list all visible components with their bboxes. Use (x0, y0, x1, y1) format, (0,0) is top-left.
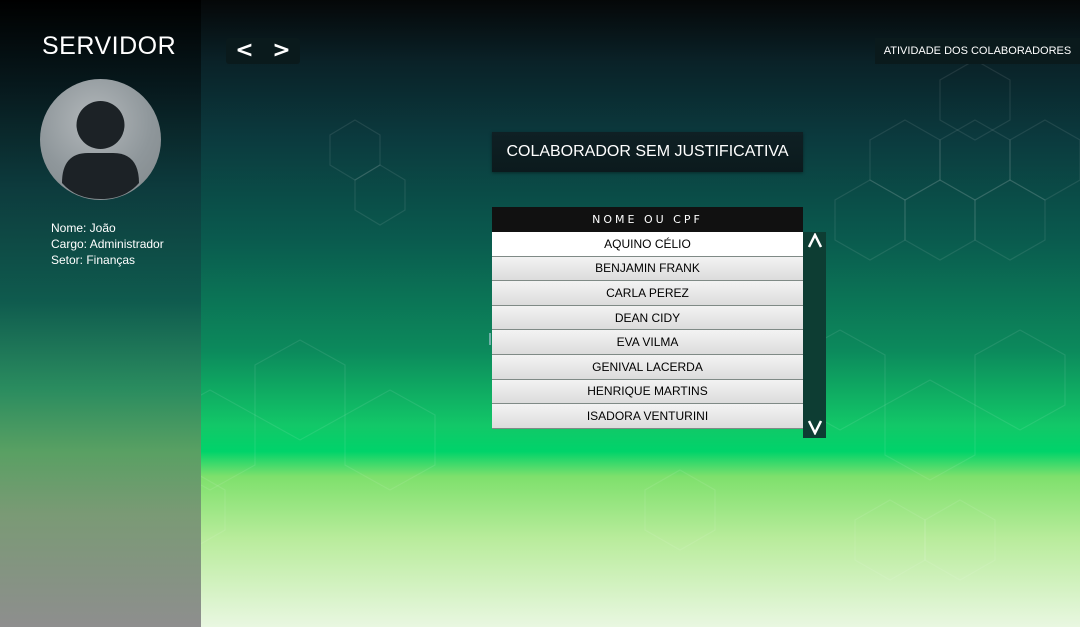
user-role: Cargo: Administrador (51, 237, 164, 251)
list-item[interactable]: GENIVAL LACERDA (492, 354, 803, 380)
sidebar: SERVIDOR Nome: João Cargo: Administrador… (0, 0, 201, 627)
list-item[interactable]: ISADORA VENTURINI (492, 404, 803, 429)
list-item[interactable]: BENJAMIN FRANK (492, 256, 803, 282)
chevron-up-icon[interactable] (807, 232, 823, 252)
list-marker (489, 333, 491, 345)
chevron-down-icon[interactable] (807, 418, 823, 438)
list-scrollbar[interactable] (803, 232, 826, 438)
user-info: Nome: João Cargo: Administrador Setor: F… (51, 220, 164, 268)
app-title: SERVIDOR (42, 32, 177, 60)
back-button[interactable]: < (235, 40, 253, 62)
nav-arrows: < > (226, 38, 300, 64)
list-item[interactable]: EVA VILMA (492, 330, 803, 355)
list-item[interactable]: CARLA PEREZ (492, 281, 803, 306)
section-title: COLABORADOR SEM JUSTIFICATIVA (492, 132, 803, 172)
list-item[interactable]: HENRIQUE MARTINS (492, 379, 803, 405)
list-header: NOME OU CPF (492, 207, 803, 232)
list-item[interactable]: DEAN CIDY (492, 305, 803, 331)
collaborators-activity-button[interactable]: ATIVIDADE DOS COLABORADORES (875, 38, 1080, 64)
list-item[interactable]: AQUINO CÉLIO (492, 232, 803, 257)
user-name: Nome: João (51, 221, 116, 235)
user-sector: Setor: Finanças (51, 253, 136, 267)
user-avatar-icon (40, 79, 161, 200)
collaborator-list: AQUINO CÉLIO BENJAMIN FRANK CARLA PEREZ … (492, 232, 803, 429)
forward-button[interactable]: > (272, 40, 290, 62)
